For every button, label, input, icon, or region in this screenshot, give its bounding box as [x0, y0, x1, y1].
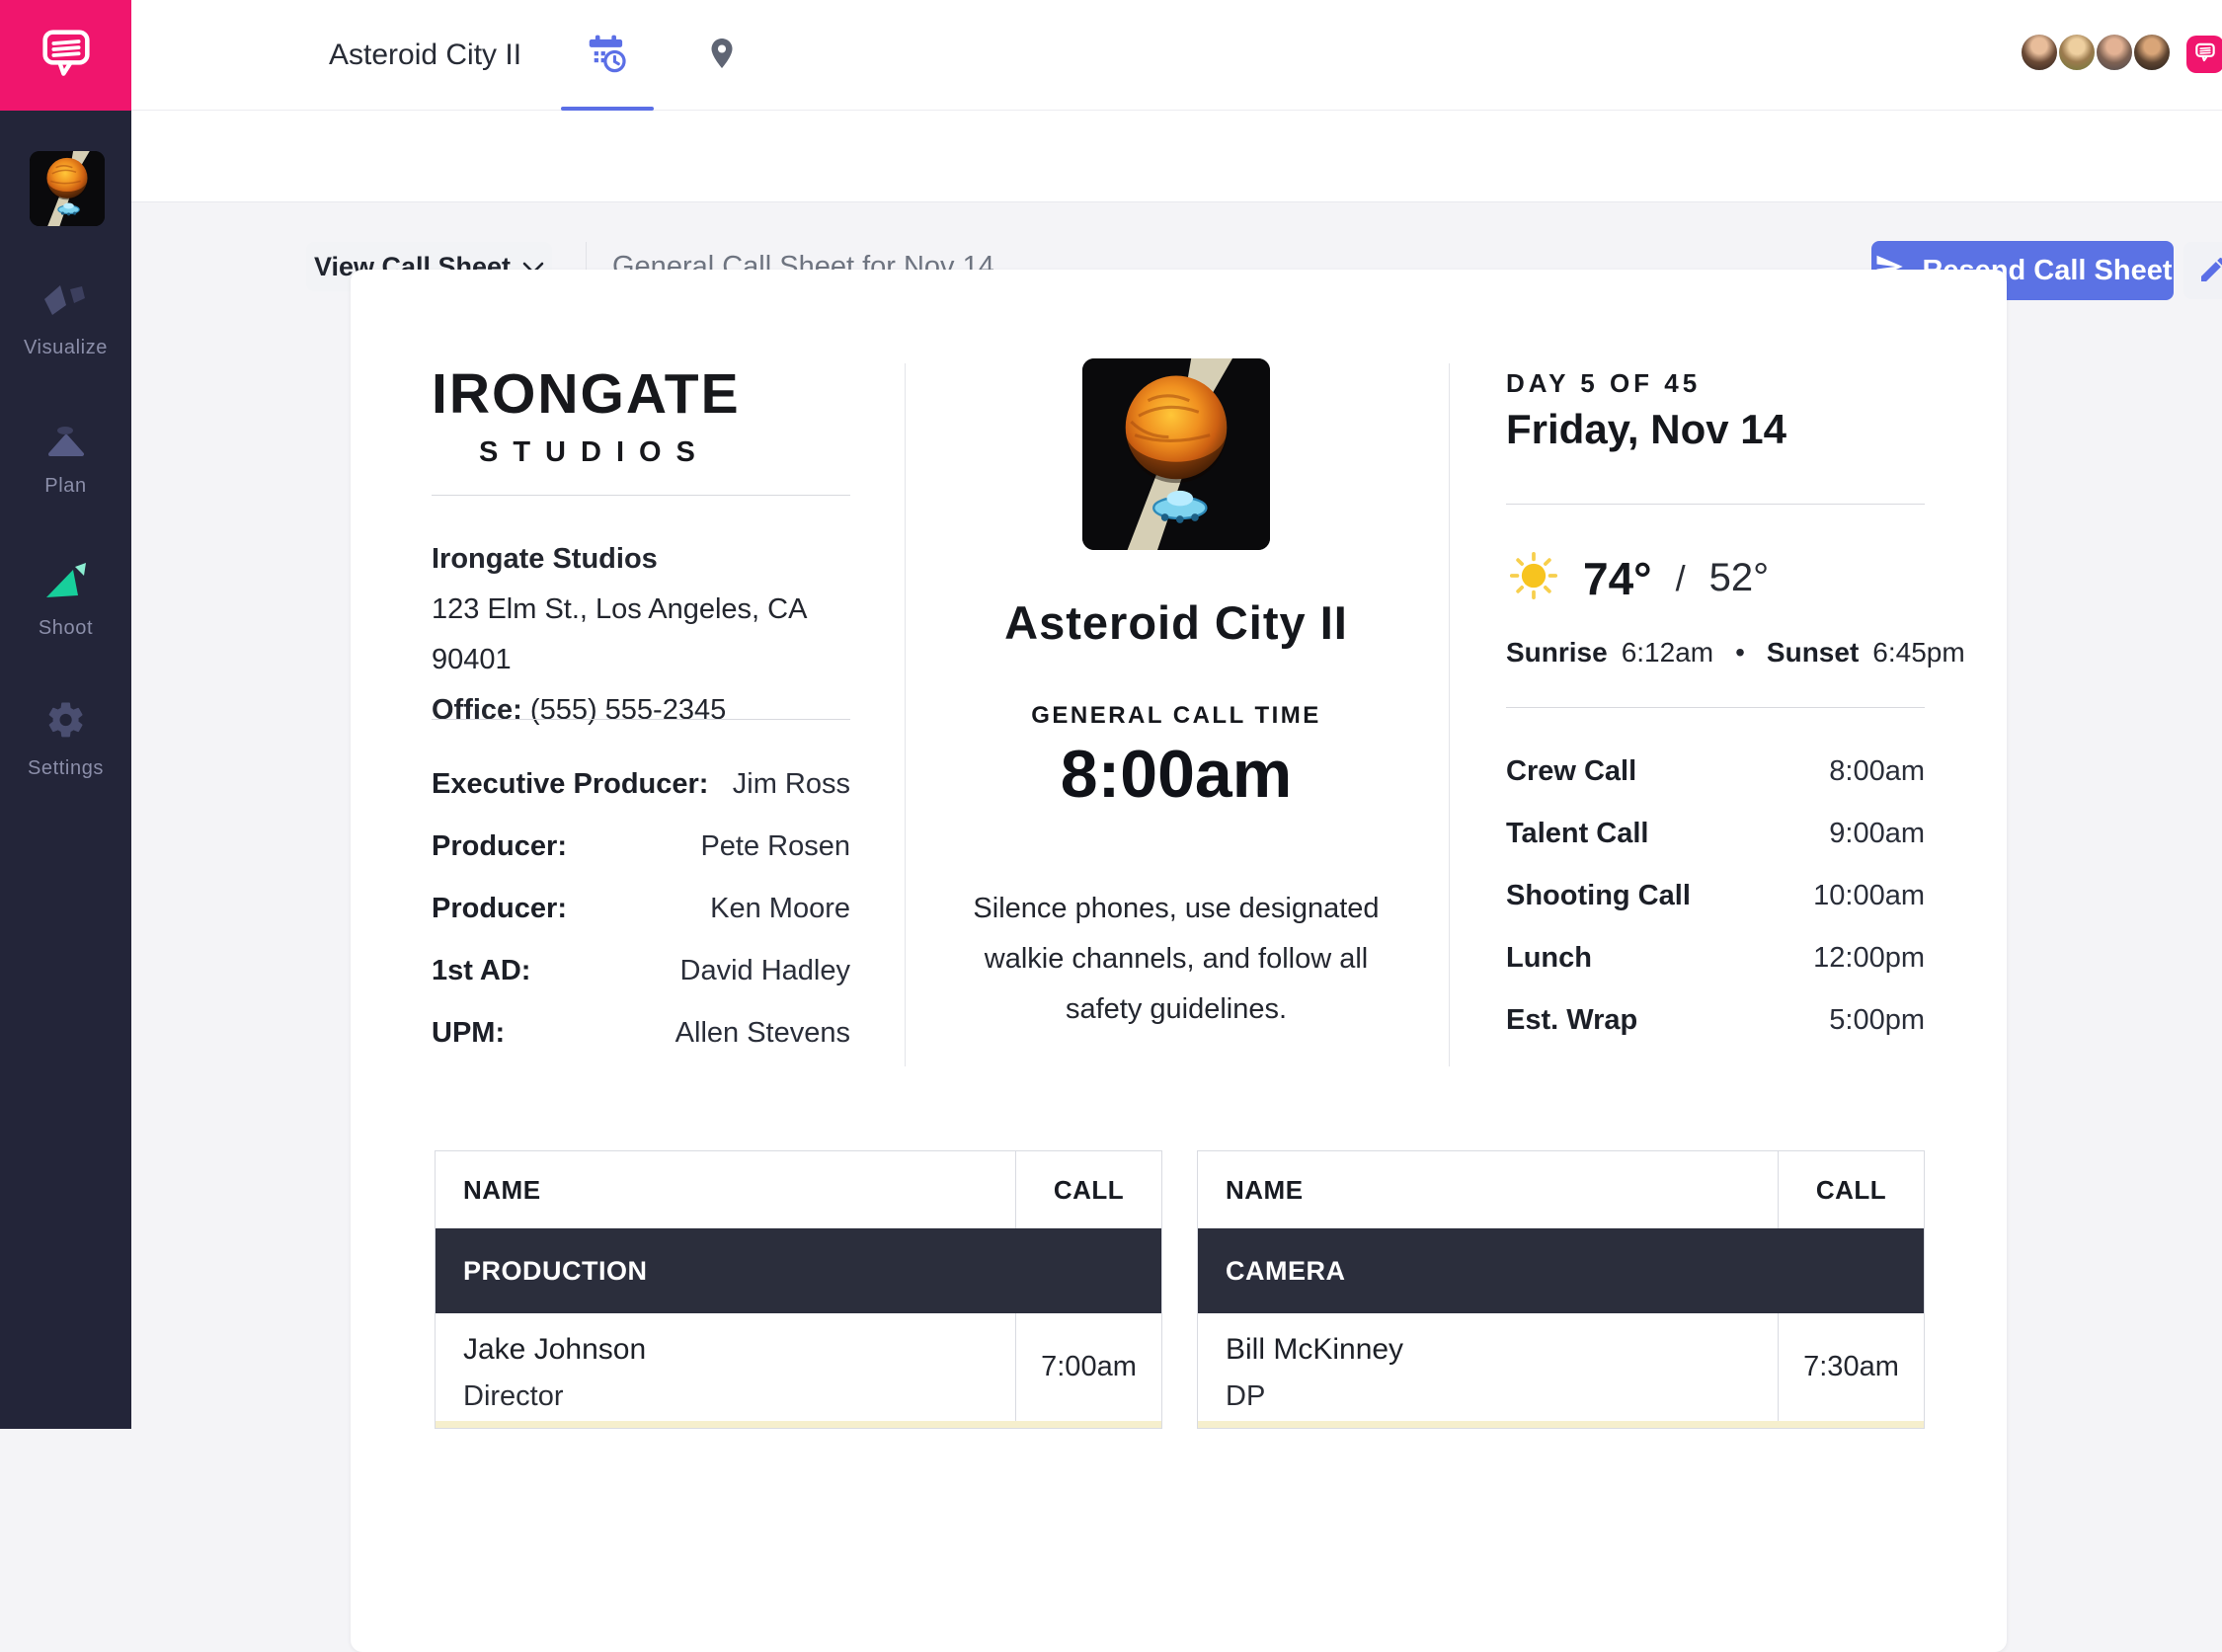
safety-note: Silence phones, use designated walkie ch…	[949, 884, 1403, 1035]
dot-separator: •	[1735, 637, 1745, 669]
crew-role: Director	[463, 1380, 1015, 1413]
schedule-row: Est. Wrap 5:00pm	[1506, 1004, 1925, 1066]
divider	[1506, 504, 1925, 505]
company-info: Irongate Studios 123 Elm St., Los Angele…	[432, 534, 850, 736]
company-address: 123 Elm St., Los Angeles, CA 90401	[432, 585, 850, 685]
schedule-row: Lunch 12:00pm	[1506, 942, 1925, 1004]
pencil-icon	[2197, 254, 2222, 288]
day-schedule-list: Crew Call 8:00am Talent Call 9:00am Shoo…	[1506, 755, 1925, 1066]
sidebar-item-label: Settings	[28, 757, 104, 780]
temp-low: 52°	[1709, 556, 1770, 600]
sidebar-item-label: Visualize	[24, 337, 108, 359]
sidebar-item-settings[interactable]: Settings	[0, 699, 131, 808]
day-counter: DAY 5 OF 45	[1506, 368, 1701, 399]
divider	[1506, 707, 1925, 708]
crew-name: Jake Johnson	[463, 1333, 1015, 1367]
general-call-time-label: GENERAL CALL TIME	[880, 702, 1472, 730]
table-header: NAME CALL	[1198, 1151, 1924, 1228]
next-section-peek	[1198, 1421, 1924, 1428]
location-pin-icon	[704, 34, 740, 78]
weather: 74° / 52°	[1506, 548, 1925, 608]
contact-row: Executive Producer: Jim Ross	[432, 768, 850, 830]
project-title: Asteroid City II	[329, 0, 521, 111]
sidebar: Visualize Plan Shoot Settings	[0, 0, 131, 1429]
sidebar-item-label: Shoot	[39, 617, 93, 640]
production-poster	[1082, 358, 1270, 550]
collaborator-avatar[interactable]	[2132, 33, 2172, 72]
office-label: Office:	[432, 694, 522, 726]
call-column-header: CALL	[1778, 1151, 1924, 1228]
temp-high: 74°	[1583, 552, 1652, 605]
temp-divider: /	[1676, 558, 1686, 599]
department-section-row: CAMERA	[1198, 1228, 1924, 1313]
tab-call-sheets[interactable]	[562, 0, 651, 111]
divider	[432, 495, 850, 496]
sunrise-label: Sunrise	[1506, 637, 1608, 669]
sunrise-time: 6:12am	[1622, 637, 1713, 669]
studio-logo: IRONGATE STUDIOS	[432, 366, 850, 469]
top-bar: Asteroid City II	[131, 0, 2222, 111]
studio-logo-bottom: STUDIOS	[479, 436, 850, 469]
tab-locations[interactable]	[677, 0, 766, 111]
contact-row: 1st AD: David Hadley	[432, 955, 850, 1017]
company-office: Office: (555) 555-2345	[432, 685, 850, 736]
schedule-row: Shooting Call 10:00am	[1506, 880, 1925, 942]
settings-gear-icon	[45, 699, 87, 746]
key-contacts-list: Executive Producer: Jim Ross Producer: P…	[432, 768, 850, 1079]
studio-logo-top: IRONGATE	[432, 366, 850, 423]
collaborator-avatar[interactable]	[2020, 33, 2059, 72]
department-section-row: PRODUCTION	[436, 1228, 1161, 1313]
office-phone: (555) 555-2345	[530, 694, 726, 726]
call-sheet-header: View Call Sheet General Call Sheet for N…	[131, 111, 2222, 202]
sidebar-item-shoot[interactable]: Shoot	[0, 561, 131, 669]
contact-row: UPM: Allen Stevens	[432, 1017, 850, 1079]
crew-table-camera: NAME CALL CAMERA Bill McKinney DP 7:30am	[1197, 1150, 1925, 1429]
next-section-peek	[436, 1421, 1161, 1428]
crew-row: Jake Johnson Director 7:00am	[436, 1313, 1161, 1421]
app-logo[interactable]	[0, 0, 131, 111]
sidebar-item-plan[interactable]: Plan	[0, 423, 131, 531]
shoot-date: Friday, Nov 14	[1506, 406, 1786, 453]
sidebar-item-label: Plan	[44, 475, 86, 498]
sunrise-sunset: Sunrise 6:12am • Sunset 6:45pm	[1506, 637, 1925, 669]
call-column-header: CALL	[1015, 1151, 1161, 1228]
collaborator-avatar[interactable]	[2057, 33, 2097, 72]
company-name: Irongate Studios	[432, 534, 850, 585]
sun-icon	[1506, 548, 1561, 608]
studiobinder-bubble-icon	[35, 22, 98, 90]
production-title: Asteroid City II	[880, 595, 1472, 650]
collaborator-avatar[interactable]	[2095, 33, 2134, 72]
calendar-clock-icon	[584, 31, 629, 81]
name-column-header: NAME	[436, 1151, 1015, 1228]
project-thumbnail[interactable]	[30, 151, 105, 226]
general-call-time: 8:00am	[880, 736, 1472, 813]
crew-role: DP	[1226, 1380, 1778, 1413]
schedule-row: Crew Call 8:00am	[1506, 755, 1925, 818]
divider	[432, 719, 850, 720]
edit-call-sheet-button[interactable]	[2183, 242, 2222, 299]
crew-table-production: NAME CALL PRODUCTION Jake Johnson Direct…	[435, 1150, 1162, 1429]
plan-icon	[43, 423, 89, 463]
crew-call-time: 7:30am	[1778, 1313, 1924, 1421]
table-header: NAME CALL	[436, 1151, 1161, 1228]
studiobinder-bubble-icon	[2192, 39, 2218, 70]
crew-name: Bill McKinney	[1226, 1333, 1778, 1367]
shoot-icon	[43, 561, 89, 605]
crew-call-time: 7:00am	[1015, 1313, 1161, 1421]
sunset-time: 6:45pm	[1872, 637, 1964, 669]
contact-row: Producer: Pete Rosen	[432, 830, 850, 893]
sunset-label: Sunset	[1767, 637, 1859, 669]
brand-chat-badge[interactable]	[2186, 36, 2222, 73]
name-column-header: NAME	[1198, 1151, 1778, 1228]
schedule-row: Talent Call 9:00am	[1506, 818, 1925, 880]
sidebar-item-visualize[interactable]: Visualize	[0, 284, 131, 393]
contact-row: Producer: Ken Moore	[432, 893, 850, 955]
call-sheet-card: IRONGATE STUDIOS Irongate Studios 123 El…	[351, 270, 2007, 1652]
crew-row: Bill McKinney DP 7:30am	[1198, 1313, 1924, 1421]
visualize-icon	[43, 284, 89, 325]
